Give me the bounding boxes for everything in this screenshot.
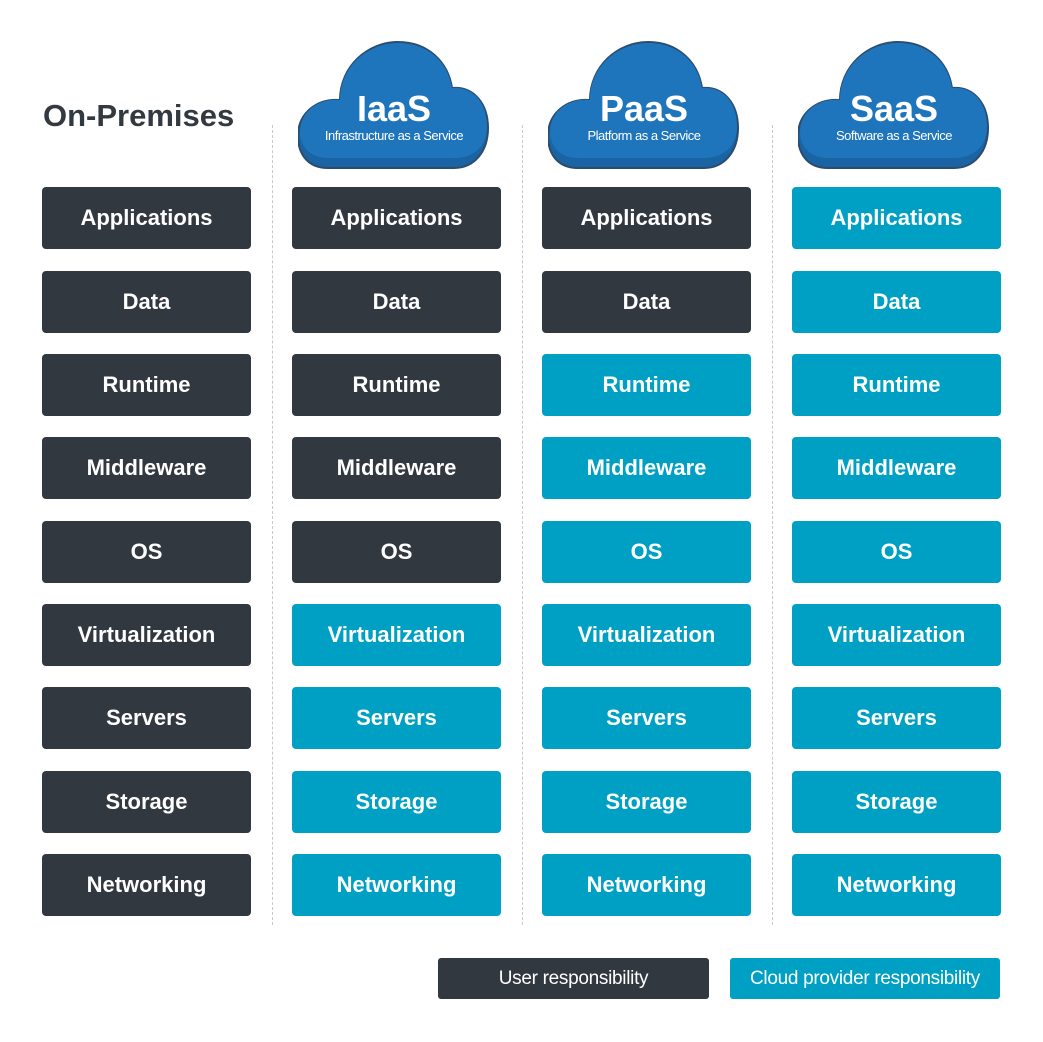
cloud-service-models-diagram: On-Premises User responsibility Cloud pr… [0, 0, 1043, 1042]
on-premises-layer-runtime: Runtime [42, 354, 251, 416]
saas-layer-os: OS [792, 521, 1001, 583]
paas-layer-runtime: Runtime [542, 354, 751, 416]
paas-cloud-icon: PaaS Platform as a Service [548, 40, 740, 170]
paas-layer-networking: Networking [542, 854, 751, 916]
on-premises-layer-networking: Networking [42, 854, 251, 916]
iaas-layer-data: Data [292, 271, 501, 333]
iaas-layer-runtime: Runtime [292, 354, 501, 416]
paas-layer-servers: Servers [542, 687, 751, 749]
on-premises-title: On-Premises [43, 98, 235, 133]
saas-layer-middleware: Middleware [792, 437, 1001, 499]
on-premises-layer-data: Data [42, 271, 251, 333]
saas-layer-networking: Networking [792, 854, 1001, 916]
paas-layer-applications: Applications [542, 187, 751, 249]
saas-layer-virtualization: Virtualization [792, 604, 1001, 666]
iaas-layer-os: OS [292, 521, 501, 583]
column-divider [772, 125, 773, 925]
legend-user-responsibility: User responsibility [438, 958, 709, 999]
saas-layer-runtime: Runtime [792, 354, 1001, 416]
paas-layer-middleware: Middleware [542, 437, 751, 499]
saas-cloud-icon: SaaS Software as a Service [798, 40, 990, 170]
on-premises-layer-applications: Applications [42, 187, 251, 249]
paas-title: PaaS [599, 88, 689, 129]
paas-layer-storage: Storage [542, 771, 751, 833]
paas-layer-virtualization: Virtualization [542, 604, 751, 666]
on-premises-layer-middleware: Middleware [42, 437, 251, 499]
on-premises-layer-servers: Servers [42, 687, 251, 749]
iaas-layer-networking: Networking [292, 854, 501, 916]
paas-layer-os: OS [542, 521, 751, 583]
saas-title: SaaS [849, 88, 939, 129]
iaas-title: IaaS [356, 88, 432, 129]
iaas-subtitle: Infrastructure as a Service [324, 128, 464, 143]
legend-cloud-provider-responsibility: Cloud provider responsibility [730, 958, 1000, 999]
on-premises-layer-storage: Storage [42, 771, 251, 833]
column-divider [272, 125, 273, 925]
paas-layer-data: Data [542, 271, 751, 333]
iaas-layer-applications: Applications [292, 187, 501, 249]
saas-layer-data: Data [792, 271, 1001, 333]
column-divider [522, 125, 523, 925]
iaas-layer-storage: Storage [292, 771, 501, 833]
saas-layer-storage: Storage [792, 771, 1001, 833]
saas-layer-applications: Applications [792, 187, 1001, 249]
on-premises-layer-virtualization: Virtualization [42, 604, 251, 666]
on-premises-layer-os: OS [42, 521, 251, 583]
saas-layer-servers: Servers [792, 687, 1001, 749]
iaas-layer-middleware: Middleware [292, 437, 501, 499]
saas-subtitle: Software as a Service [836, 128, 952, 143]
iaas-layer-virtualization: Virtualization [292, 604, 501, 666]
iaas-layer-servers: Servers [292, 687, 501, 749]
paas-subtitle: Platform as a Service [587, 128, 701, 143]
iaas-cloud-icon: IaaS Infrastructure as a Service [298, 40, 490, 170]
